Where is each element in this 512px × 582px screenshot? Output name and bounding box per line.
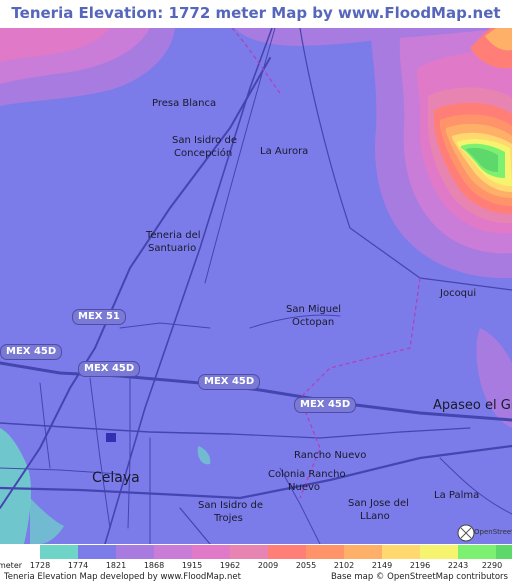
place-san-isidro-trojes: San Isidro de — [198, 500, 263, 511]
place-san-isidro-concepcion-line2: Concepción — [174, 148, 233, 159]
place-san-isidro-concepcion: San Isidro de — [172, 135, 237, 146]
legend-tick: 2196 — [409, 561, 431, 570]
place-san-jose: San Jose del — [348, 498, 409, 509]
legend-swatch — [496, 545, 512, 559]
legend-swatch — [192, 545, 230, 559]
place-teneria-line2: Santuario — [148, 243, 197, 254]
legend-tick: 2102 — [333, 561, 355, 570]
place-san-isidro-trojes-line2: Trojes — [214, 513, 243, 524]
legend-swatch — [306, 545, 344, 559]
legend-swatch — [40, 545, 78, 559]
legend-tick: 2290 — [481, 561, 503, 570]
place-colonia-rancho-line2: Nuevo — [288, 482, 321, 493]
elevation-map[interactable]: Presa Blanca San Isidro de Concepción La… — [0, 28, 512, 544]
place-colonia-rancho: Colonia Rancho — [268, 469, 346, 480]
footer-osm-attribution[interactable]: Base map © OpenStreetMap contributors — [331, 572, 508, 582]
highway-shield-mex45d: MEX 45D — [198, 374, 261, 390]
legend-tick: 1821 — [105, 561, 127, 570]
footer-credit: Teneria Elevation Map developed by www.F… — [4, 572, 241, 582]
legend-swatch — [344, 545, 382, 559]
highway-shield-mex51: MEX 51 — [72, 309, 126, 325]
elevation-legend: meter 1728 1774 1821 1868 1915 1962 2009 2055 210… — [0, 544, 512, 582]
legend-swatch — [458, 545, 496, 559]
legend-tick: 1915 — [181, 561, 203, 570]
place-presa-blanca: Presa Blanca — [152, 98, 217, 109]
place-jocoqui: Jocoqui — [440, 288, 477, 299]
legend-tick: 1774 — [67, 561, 89, 570]
legend-swatch — [78, 545, 116, 559]
legend-swatch — [230, 545, 268, 559]
elevation-map-canvas — [0, 28, 512, 544]
place-la-palma: La Palma — [434, 490, 480, 501]
highway-shield-mex45d: MEX 45D — [294, 397, 357, 413]
legend-tick: 2009 — [257, 561, 279, 570]
place-san-miguel: San Miguel — [286, 304, 342, 315]
highway-shield-mex45d: MEX 45D — [78, 361, 141, 377]
place-celaya: Celaya — [92, 470, 140, 486]
legend-swatch — [420, 545, 458, 559]
legend-tick: 1728 — [29, 561, 51, 570]
place-teneria: Teneria del — [146, 230, 201, 241]
place-la-aurora: La Aurora — [260, 146, 309, 157]
legend-tick: 1962 — [219, 561, 241, 570]
legend-tick: 2149 — [371, 561, 393, 570]
legend-tick: 2243 — [447, 561, 469, 570]
place-apaseo: Apaseo el Gra — [433, 398, 512, 413]
map-title: Teneria Elevation: 1772 meter Map by www… — [11, 4, 501, 48]
highway-shield-mex45d: MEX 45D — [0, 344, 63, 360]
legend-tick: 2055 — [295, 561, 317, 570]
legend-swatch — [154, 545, 192, 559]
legend-tick: 1868 — [143, 561, 165, 570]
legend-swatch — [382, 545, 420, 559]
legend-swatch — [268, 545, 306, 559]
legend-swatch — [116, 545, 154, 559]
place-rancho-nuevo: Rancho Nuevo — [294, 450, 367, 461]
place-san-jose-line2: LLano — [360, 511, 390, 522]
place-san-miguel-line2: Octopan — [292, 317, 335, 328]
openstreetmap-badge[interactable]: OpenStreetMap — [456, 522, 512, 542]
